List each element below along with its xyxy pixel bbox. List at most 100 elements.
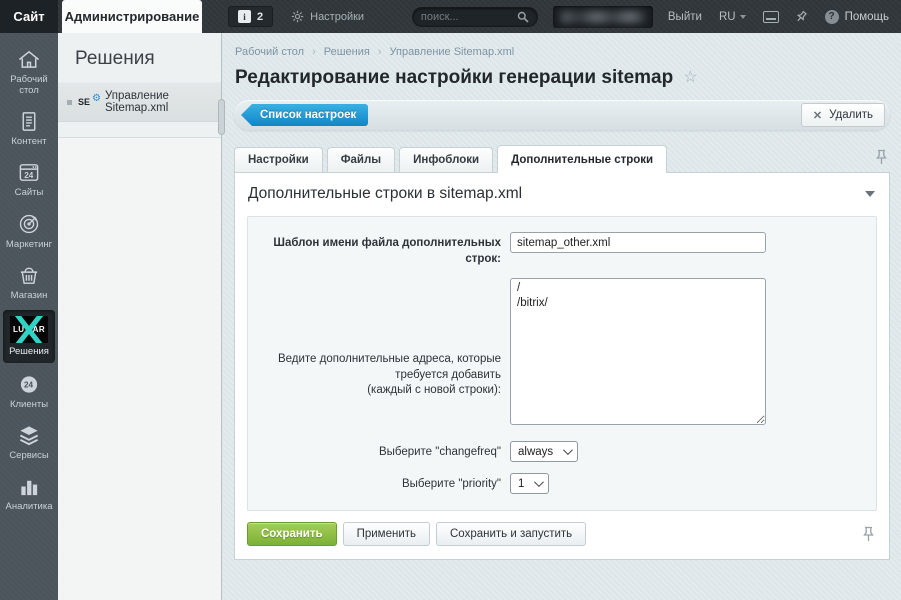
sidebar-item-label: Аналитика: [5, 502, 52, 513]
bar-chart-icon: [16, 475, 42, 498]
form-buttons-bar: Сохранить Применить Сохранить и запустит…: [247, 522, 877, 546]
luxar-logo-icon: LU AR: [10, 316, 48, 343]
sidebar-item-label: Управление Sitemap.xml: [105, 90, 215, 114]
search-input[interactable]: [421, 11, 517, 23]
gear-icon: [291, 10, 304, 23]
settings-button[interactable]: Настройки: [291, 10, 364, 23]
changefreq-label: Выберите "changefreq": [248, 441, 510, 461]
priority-label: Выберите "priority": [248, 473, 510, 493]
filename-input[interactable]: [510, 232, 766, 253]
language-label: RU: [719, 11, 736, 23]
home-icon: [16, 48, 42, 71]
pin-icon[interactable]: [795, 10, 808, 23]
sidebar-item-content[interactable]: Контент: [0, 103, 58, 154]
help-label: Помощь: [845, 11, 889, 23]
form-fields-box: Шаблон имени файла дополнительных строк:…: [247, 216, 877, 511]
urls-label: Ведите дополнительные адреса, которые тр…: [248, 278, 510, 399]
save-button[interactable]: Сохранить: [247, 522, 337, 546]
breadcrumb-desktop[interactable]: Рабочий стол: [235, 46, 304, 58]
top-bar: Сайт Администрирование i 2 Настройки Вый…: [0, 0, 901, 33]
tab-infoblocks[interactable]: Инфоблоки: [399, 147, 493, 172]
admin-tab[interactable]: Администрирование: [62, 0, 202, 33]
urls-textarea[interactable]: / /bitrix/: [510, 278, 766, 425]
form-row-filename: Шаблон имени файла дополнительных строк:: [248, 232, 876, 267]
notifications-button[interactable]: i 2: [228, 6, 273, 27]
hotkeys-icon[interactable]: [763, 11, 779, 23]
search-box: [412, 7, 538, 27]
pin-icon[interactable]: [863, 526, 874, 542]
sidebar-item-label: Магазин: [11, 291, 48, 302]
collapse-arrow-icon[interactable]: [865, 191, 875, 197]
page-title: Редактирование настройки генерации sitem…: [235, 67, 673, 89]
filename-label: Шаблон имени файла дополнительных строк:: [248, 232, 510, 267]
sidebar-item-label: Контент: [11, 137, 46, 148]
settings-panel: Дополнительные строки в sitemap.xml Шабл…: [234, 172, 890, 560]
tab-settings[interactable]: Настройки: [234, 147, 323, 172]
sidebar-resize-handle[interactable]: [218, 99, 225, 135]
language-selector[interactable]: RU: [719, 11, 746, 23]
site-tab[interactable]: Сайт: [0, 0, 58, 33]
save-and-run-button[interactable]: Сохранить и запустить: [436, 522, 586, 546]
sidebar-item-analytics[interactable]: Аналитика: [0, 468, 58, 519]
svg-text:24: 24: [24, 171, 34, 180]
sidebar-item-label: Решения: [9, 347, 49, 358]
favorite-star-icon[interactable]: ☆: [683, 70, 697, 86]
logout-link[interactable]: Выйти: [668, 11, 702, 23]
browser-24-icon: 24: [16, 161, 42, 184]
sidebar-item-label: Клиенты: [10, 400, 48, 411]
sidebar-item-sites[interactable]: 24 Сайты: [0, 154, 58, 205]
chevron-down-icon: [740, 15, 746, 19]
form-row-urls: Ведите дополнительные адреса, которые тр…: [248, 278, 876, 430]
sidebar-item-desktop[interactable]: Рабочий стол: [0, 41, 58, 103]
clients-24-icon: 24: [16, 373, 42, 396]
sidebar-item-marketing[interactable]: Маркетинг: [0, 205, 58, 257]
search-icon[interactable]: [517, 11, 529, 23]
breadcrumb: Рабочий стол › Решения › Управление Site…: [235, 46, 901, 58]
tab-files[interactable]: Файлы: [327, 147, 395, 172]
info-icon: i: [238, 10, 251, 23]
sidebar-item-solutions[interactable]: LU AR Решения: [3, 310, 55, 364]
settings-list-button[interactable]: Список настроек: [241, 104, 368, 126]
question-icon: ?: [825, 10, 839, 24]
layers-icon: [16, 424, 42, 447]
solutions-sidebar: Решения SE⚙ Управление Sitemap.xml: [58, 33, 222, 600]
delete-button-label: Удалить: [829, 109, 873, 121]
sidebar-item-label: Рабочий стол: [1, 75, 57, 97]
svg-text:24: 24: [24, 381, 34, 390]
seo-gear-icon: SE⚙: [78, 97, 99, 107]
sidebar-item-sitemap[interactable]: SE⚙ Управление Sitemap.xml: [58, 82, 221, 122]
sidebar-item-label: Сайты: [15, 188, 44, 199]
sidebar-item-clients[interactable]: 24 Клиенты: [0, 366, 58, 417]
breadcrumb-separator-icon: ›: [312, 46, 316, 58]
settings-label: Настройки: [310, 11, 364, 23]
form-row-changefreq: Выберите "changefreq" always: [248, 441, 876, 462]
apply-button[interactable]: Применить: [343, 522, 430, 546]
tabs-bar: Настройки Файлы Инфоблоки Дополнительные…: [234, 144, 890, 172]
user-menu[interactable]: [553, 6, 653, 28]
delete-button[interactable]: ✕ Удалить: [801, 103, 885, 127]
form-row-priority: Выберите "priority" 1: [248, 473, 876, 494]
changefreq-select[interactable]: always: [510, 441, 578, 462]
username-redacted: [561, 11, 645, 23]
main-content: Рабочий стол › Решения › Управление Site…: [223, 33, 901, 600]
action-bar: Список настроек ✕ Удалить: [234, 100, 890, 130]
priority-value: 1: [518, 478, 524, 490]
breadcrumb-sitemap[interactable]: Управление Sitemap.xml: [390, 46, 515, 58]
pin-icon[interactable]: [876, 149, 887, 165]
notifications-count: 2: [257, 11, 263, 23]
sidebar-item-shop[interactable]: Магазин: [0, 257, 58, 308]
chevron-down-icon: [563, 445, 573, 455]
priority-select[interactable]: 1: [510, 473, 549, 494]
changefreq-value: always: [518, 446, 553, 458]
tab-additional-rows[interactable]: Дополнительные строки: [497, 145, 667, 173]
bullet-icon: [67, 100, 72, 105]
sidebar-item-label: Маркетинг: [6, 240, 52, 251]
breadcrumb-separator-icon: ›: [378, 46, 382, 58]
sidebar-item-services[interactable]: Сервисы: [0, 417, 58, 468]
help-button[interactable]: ? Помощь: [825, 10, 889, 24]
breadcrumb-solutions[interactable]: Решения: [324, 46, 370, 58]
left-nav: Рабочий стол Контент 24 Сайты Маркетинг: [0, 33, 58, 600]
target-icon: [16, 212, 42, 236]
basket-icon: [16, 264, 42, 287]
document-icon: [16, 110, 42, 133]
